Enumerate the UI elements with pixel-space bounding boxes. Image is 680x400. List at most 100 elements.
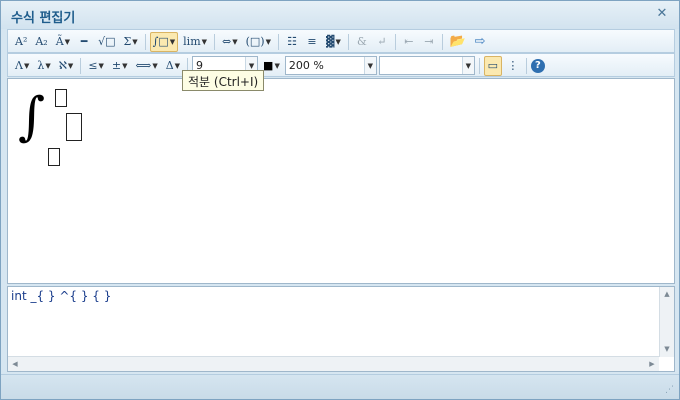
toolbar-top-row: A² A₂ Ã ▼ ━ √□ Σ ▼ ∫□ ▼ lim ▼ ⇔ ▼ (□) ▼ ☷ ≡ ▓ ▼ & ↵ ⇤ ⇥ 📂 ⇨ bbox=[12, 31, 489, 52]
tb1-button-11[interactable]: ≡ bbox=[303, 32, 321, 52]
tb1-button-14[interactable]: ↵ bbox=[373, 32, 391, 52]
script-text[interactable]: int _{ } ^{ } { } bbox=[11, 289, 111, 303]
tb1-glyph-icon: ↵ bbox=[377, 35, 387, 48]
tb1-glyph-icon: ∫□ bbox=[152, 35, 169, 48]
upper-limit-placeholder[interactable] bbox=[55, 89, 67, 107]
dropdown-arrow-icon[interactable]: ▼ bbox=[266, 38, 271, 46]
tb2-glyph-icon: λ bbox=[37, 59, 45, 72]
tb2-button-3[interactable]: ≤ ▼ bbox=[85, 56, 107, 76]
tb1-glyph-icon: ≡ bbox=[307, 35, 317, 48]
vertical-scrollbar[interactable]: ▲ ▼ bbox=[659, 287, 674, 357]
dropdown-arrow-icon[interactable]: ▼ bbox=[363, 57, 376, 74]
equation-editor-window: 수식 편집기 ✕ A² A₂ Ã ▼ ━ √□ Σ ▼ ∫□ ▼ lim ▼ ⇔ ▼ (□) ▼ ☷ ≡ ▓ ▼ & ↵… bbox=[0, 0, 680, 400]
lower-limit-placeholder[interactable] bbox=[48, 148, 60, 166]
tb1-button-10[interactable]: ☷ bbox=[283, 32, 301, 52]
tb1-button-15[interactable]: ⇤ bbox=[400, 32, 418, 52]
help-icon[interactable]: ? bbox=[530, 58, 545, 73]
tb2-button-0[interactable]: Λ ▼ bbox=[12, 56, 32, 76]
tb1-glyph-icon: √□ bbox=[98, 35, 116, 48]
tb2-button-1[interactable]: λ ▼ bbox=[34, 56, 53, 76]
layout-icon[interactable]: ⋮ bbox=[504, 56, 522, 76]
tb1-glyph-icon: ⇤ bbox=[404, 35, 414, 48]
tb2-glyph-icon: Δ bbox=[165, 59, 174, 72]
toolbar-bottom-row: Λ ▼ λ ▼ ℵ ▼ ≤ ▼ ± ▼ ⟺ ▼ Δ ▼ 9 ▼ ■ ▼ 200 % ▼ ▼ ▭ ⋮? bbox=[12, 55, 545, 76]
equation-canvas[interactable]: ∫ bbox=[7, 78, 675, 284]
integral-tooltip: 적분 (Ctrl+I) bbox=[182, 70, 265, 91]
text-mode-icon[interactable]: ▭ bbox=[483, 55, 502, 76]
dropdown-arrow-icon[interactable]: ▼ bbox=[65, 38, 70, 46]
integral-symbol: ∫ bbox=[18, 87, 46, 147]
tb2-button-5[interactable]: ⟺ ▼ bbox=[133, 56, 161, 76]
dropdown-arrow-icon[interactable]: ▼ bbox=[232, 38, 237, 46]
script-editor[interactable]: int _{ } ^{ } { } ▲ ▼ ◀ ▶ bbox=[7, 286, 675, 372]
color-swatch-icon: ■ bbox=[263, 59, 274, 72]
toolbar-separator bbox=[80, 57, 82, 74]
dropdown-arrow-icon[interactable]: ▼ bbox=[122, 62, 127, 70]
tb1-glyph-icon: ☷ bbox=[287, 35, 297, 48]
tb1-glyph-icon: & bbox=[356, 35, 367, 48]
scroll-left-icon[interactable]: ◀ bbox=[8, 357, 22, 371]
tb1-button-16[interactable]: ⇥ bbox=[420, 32, 438, 52]
toolbar-separator bbox=[525, 57, 527, 74]
dropdown-arrow-icon[interactable]: ▼ bbox=[45, 62, 50, 70]
tb2-button-2[interactable]: ℵ ▼ bbox=[56, 56, 77, 76]
tb2-glyph-icon: ℵ bbox=[58, 59, 67, 72]
scroll-down-icon[interactable]: ▼ bbox=[660, 342, 674, 356]
tb1-button-8[interactable]: ⇔ ▼ bbox=[219, 32, 241, 52]
toolbar-separator bbox=[347, 33, 349, 50]
toolbar-bottom: Λ ▼ λ ▼ ℵ ▼ ≤ ▼ ± ▼ ⟺ ▼ Δ ▼ 9 ▼ ■ ▼ 200 % ▼ ▼ ▭ ⋮? bbox=[7, 53, 675, 77]
tb1-button-9[interactable]: (□) ▼ bbox=[243, 32, 274, 52]
toolbar-separator bbox=[478, 57, 480, 74]
zoom-select[interactable]: 200 % ▼ bbox=[284, 56, 377, 75]
tb1-button-3[interactable]: ━ bbox=[75, 32, 93, 52]
scroll-right-icon[interactable]: ▶ bbox=[645, 357, 659, 371]
dropdown-arrow-icon[interactable]: ▼ bbox=[335, 38, 340, 46]
tb1-glyph-icon: lim bbox=[183, 35, 201, 48]
tb1-button-5[interactable]: Σ ▼ bbox=[120, 32, 140, 52]
toolbar-separator bbox=[441, 33, 443, 50]
dropdown-arrow-icon[interactable]: ▼ bbox=[202, 38, 207, 46]
toolbar-separator bbox=[278, 33, 279, 50]
dropdown-arrow-icon[interactable]: ▼ bbox=[175, 62, 180, 70]
tb1-glyph-icon: (□) bbox=[245, 35, 265, 48]
dropdown-arrow-icon[interactable]: ▼ bbox=[170, 38, 175, 46]
dropdown-arrow-icon[interactable]: ▼ bbox=[24, 62, 29, 70]
tb1-button-6[interactable]: ∫□ ▼ bbox=[149, 31, 179, 52]
tb1-button-13[interactable]: & bbox=[353, 32, 371, 52]
toolbar-separator bbox=[214, 33, 216, 50]
tb1-glyph-icon: Ã bbox=[55, 35, 64, 48]
integrand-placeholder[interactable] bbox=[66, 113, 82, 141]
tb1-button-2[interactable]: Ã ▼ bbox=[53, 32, 73, 52]
folder-icon[interactable]: 📂 bbox=[447, 32, 469, 52]
tb1-button-4[interactable]: √□ bbox=[95, 32, 118, 52]
resize-grip-icon[interactable]: ⋰ bbox=[665, 385, 674, 395]
tb1-button-1[interactable]: A₂ bbox=[32, 32, 50, 52]
tb1-button-0[interactable]: A² bbox=[12, 32, 30, 52]
scroll-up-icon[interactable]: ▲ bbox=[660, 287, 674, 301]
dropdown-arrow-icon[interactable]: ▼ bbox=[152, 62, 157, 70]
tb1-button-12[interactable]: ▓ ▼ bbox=[323, 32, 344, 52]
tb2-button-4[interactable]: ± ▼ bbox=[109, 56, 131, 76]
tb1-glyph-icon: ⇔ bbox=[222, 35, 232, 48]
zoom-select-value: 200 % bbox=[288, 59, 324, 72]
tb1-glyph-icon: ━ bbox=[80, 35, 88, 48]
dropdown-arrow-icon[interactable]: ▼ bbox=[99, 62, 104, 70]
exit-icon[interactable]: ⇨ bbox=[471, 32, 489, 52]
title-bar[interactable]: 수식 편집기 ✕ bbox=[1, 1, 679, 29]
toolbar-separator bbox=[144, 33, 146, 50]
tb1-glyph-icon: Σ bbox=[123, 35, 132, 48]
status-bar: ⋰ bbox=[1, 374, 679, 399]
dropdown-arrow-icon[interactable]: ▼ bbox=[132, 38, 137, 46]
tb2-button-6[interactable]: Δ ▼ bbox=[163, 56, 183, 76]
tb1-glyph-icon: A² bbox=[15, 35, 28, 48]
font-name-select[interactable]: ▼ bbox=[378, 56, 475, 75]
tb2-glyph-icon: ⟺ bbox=[135, 59, 152, 72]
dropdown-arrow-icon[interactable]: ▼ bbox=[461, 57, 474, 74]
horizontal-scrollbar[interactable]: ◀ ▶ bbox=[8, 356, 659, 371]
tb1-glyph-icon: A₂ bbox=[35, 35, 48, 48]
dropdown-arrow-icon[interactable]: ▼ bbox=[68, 62, 73, 70]
tb1-button-7[interactable]: lim ▼ bbox=[180, 32, 210, 52]
close-icon[interactable]: ✕ bbox=[655, 7, 669, 21]
dropdown-arrow-icon[interactable]: ▼ bbox=[274, 62, 279, 70]
toolbar-separator bbox=[394, 33, 396, 50]
